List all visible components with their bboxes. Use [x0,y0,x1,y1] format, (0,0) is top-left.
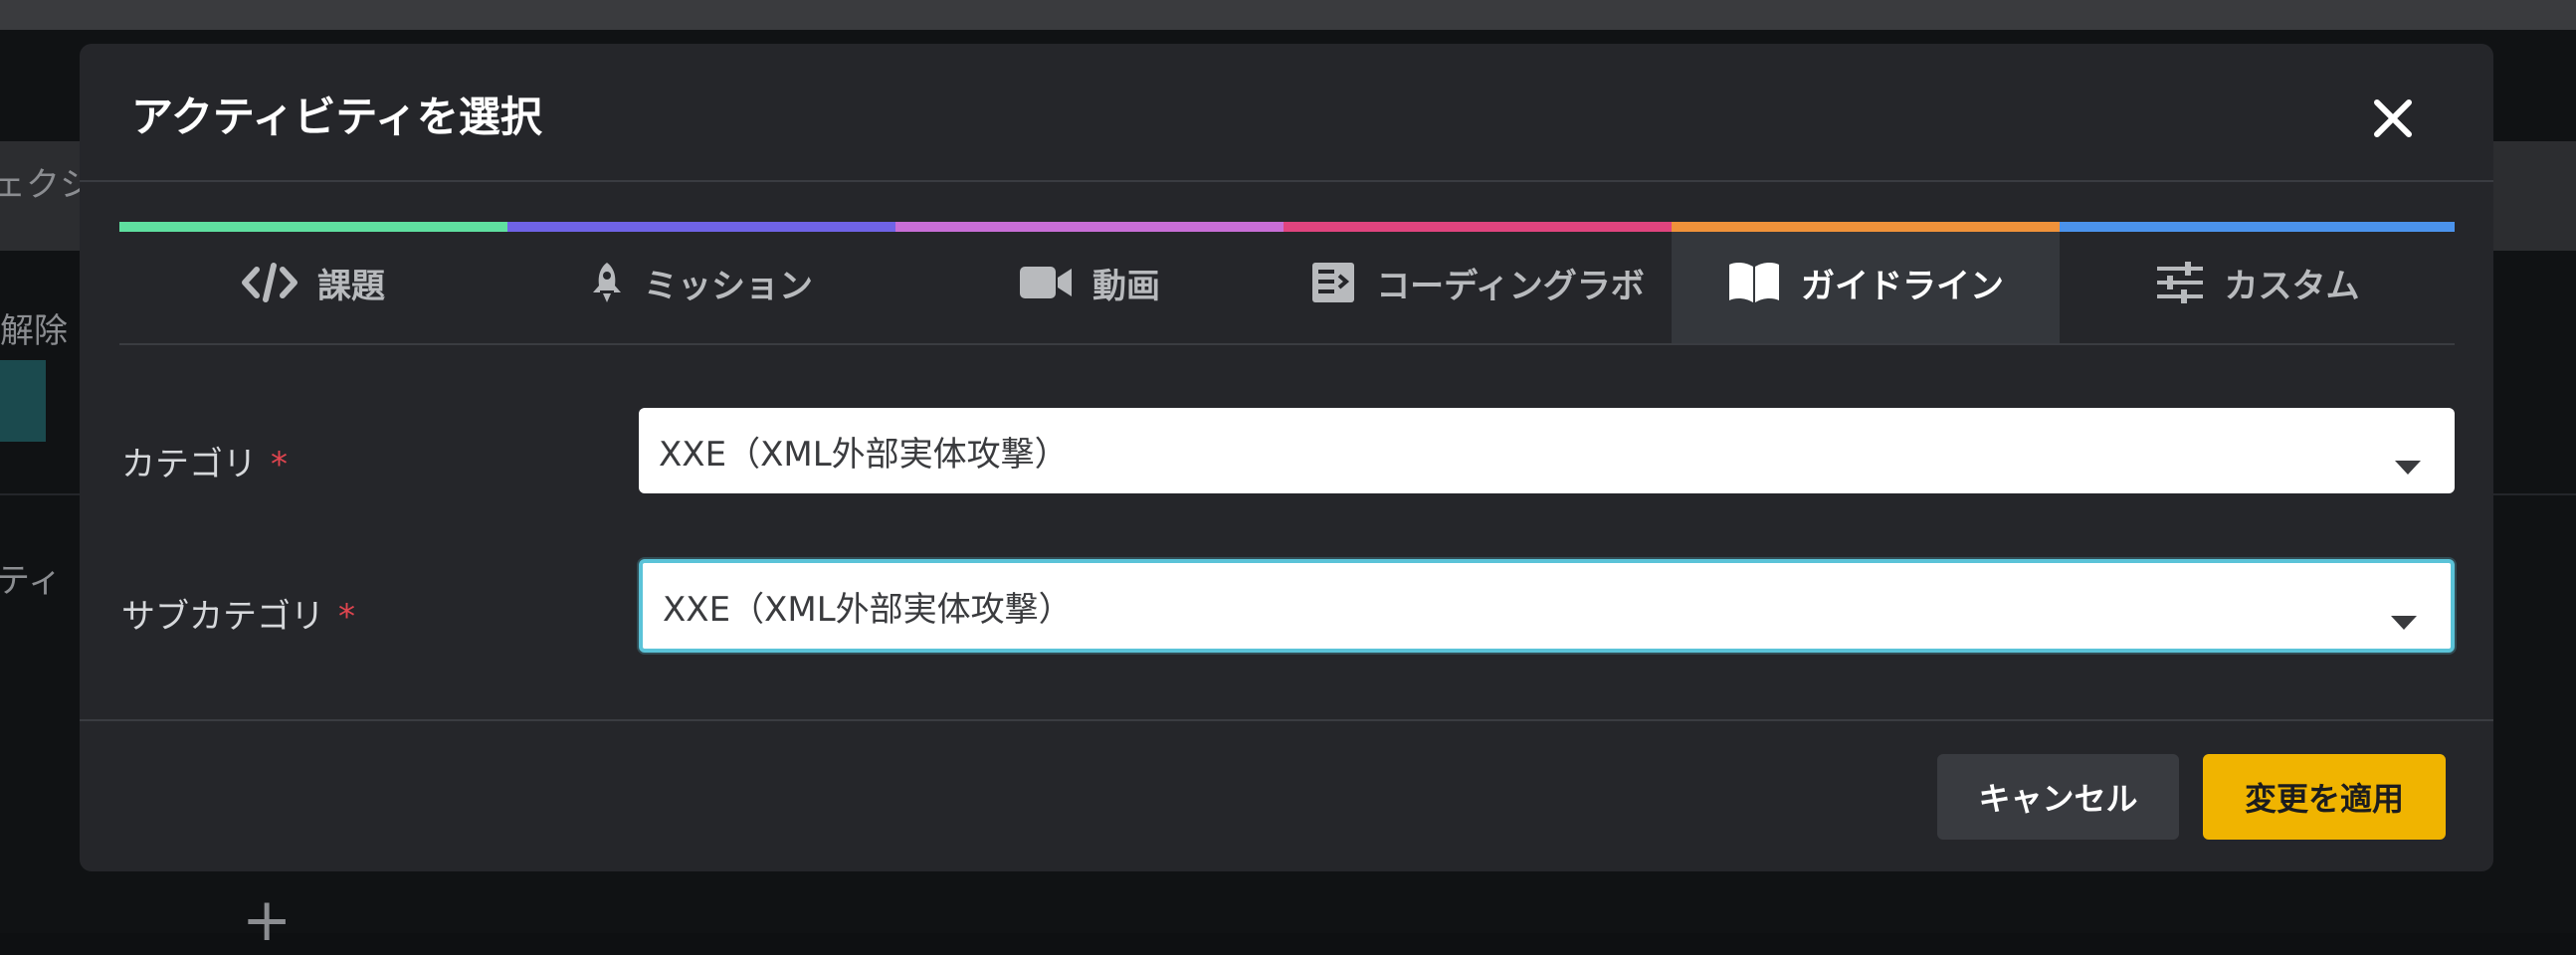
code-icon [242,263,297,302]
footer-divider [80,719,2493,721]
sliders-icon [2155,262,2205,303]
activity-type-tabs: 課題 ミッション 動画 コーディングラボ ガイドライン カスタム [119,222,2455,343]
tab-coding-lab[interactable]: コーディングラボ [1284,222,1672,343]
subcategory-label-text: サブカテゴリ [121,597,324,637]
top-strip [0,0,2576,30]
required-mark: * [338,597,355,637]
tab-label: ミッション [644,266,813,306]
tab-color-stripe [2060,222,2455,232]
category-select[interactable]: XXE（XML外部実体攻撃） [639,408,2455,493]
tab-color-stripe [1672,222,2060,232]
subcategory-select-value: XXE（XML外部実体攻撃） [663,589,1073,630]
category-select-value: XXE（XML外部実体攻撃） [659,434,1069,475]
tab-custom[interactable]: カスタム [2060,222,2455,343]
chevron-down-icon [2391,599,2417,639]
subcategory-select[interactable]: XXE（XML外部実体攻撃） [639,559,2455,653]
tab-label: 課題 [317,266,385,306]
apply-changes-button[interactable]: 変更を適用 [2203,754,2446,840]
close-icon[interactable] [2364,90,2422,147]
subcategory-label: サブカテゴリ * [121,589,355,638]
cancel-button[interactable]: キャンセル [1937,754,2179,840]
tab-label: ガイドライン [1801,266,2004,306]
book-icon [1727,261,1781,304]
chevron-down-icon [2395,444,2421,483]
tab-video[interactable]: 動画 [895,222,1284,343]
background-block [0,360,46,442]
video-camera-icon [1019,264,1073,301]
tab-challenge[interactable]: 課題 [119,222,507,343]
tab-label: 動画 [1092,266,1160,306]
tab-label: カスタム [2224,266,2360,306]
tabs-divider [119,343,2455,345]
rocket-icon [590,261,624,304]
tab-guidelines[interactable]: ガイドライン [1672,222,2060,343]
category-label: カテゴリ * [121,437,288,485]
modal-header: アクティビティを選択 [80,44,2493,182]
tab-mission[interactable]: ミッション [507,222,895,343]
background-text: 解除 [0,311,68,351]
select-activity-modal: アクティビティを選択 課題 ミッション 動画 コーディングラボ ガイドライン カ… [80,44,2493,871]
category-label-text: カテゴリ [121,445,257,484]
tab-color-stripe [895,222,1284,232]
tab-color-stripe [1284,222,1672,232]
required-mark: * [271,445,288,484]
background-plus-icon: + [242,885,293,955]
tab-label: コーディングラボ [1376,266,1645,306]
tab-color-stripe [119,222,507,232]
tab-color-stripe [507,222,895,232]
modal-title: アクティビティを選択 [131,93,542,141]
background-text: ティ [0,561,62,601]
code-lab-icon [1310,261,1356,304]
